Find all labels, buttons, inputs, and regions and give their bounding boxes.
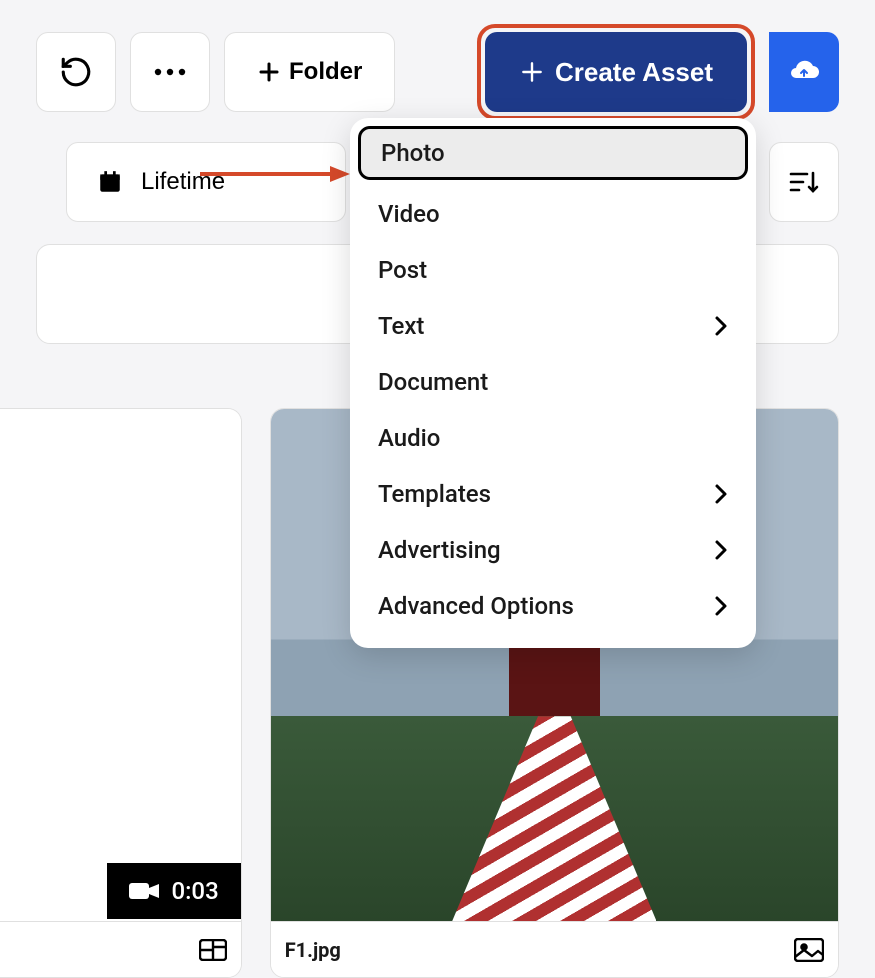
- create-asset-button[interactable]: Create Asset: [485, 32, 747, 112]
- dropdown-item-label: Video: [378, 200, 440, 228]
- refresh-button[interactable]: [36, 32, 116, 112]
- cloud-upload-button[interactable]: [769, 32, 839, 112]
- dropdown-item-label: Post: [378, 256, 427, 284]
- ellipsis-icon: [153, 68, 187, 76]
- create-asset-label: Create Asset: [555, 57, 713, 88]
- video-duration-overlay: 0:03: [107, 863, 240, 919]
- arrow-annotation: [200, 164, 350, 184]
- chevron-right-icon: [714, 315, 728, 337]
- dropdown-item-audio[interactable]: Audio: [350, 410, 756, 466]
- sort-button[interactable]: [769, 142, 839, 222]
- dropdown-item-photo[interactable]: Photo: [358, 126, 748, 180]
- dropdown-item-label: Advanced Options: [378, 592, 574, 620]
- masonry-icon: [199, 939, 227, 961]
- chevron-right-icon: [714, 595, 728, 617]
- toolbar-row1: Folder Create Asset: [0, 0, 875, 120]
- dropdown-item-label: Text: [378, 312, 424, 340]
- video-thumbnail: [0, 409, 241, 921]
- dropdown-item-advanced[interactable]: Advanced Options: [350, 578, 756, 634]
- chevron-right-icon: [714, 539, 728, 561]
- sort-icon: [789, 169, 819, 195]
- refresh-icon: [59, 55, 93, 89]
- asset-card-footer: F1.jpg: [271, 921, 838, 977]
- create-asset-dropdown: Photo Video Post Text Document Audio Tem…: [350, 118, 756, 648]
- image-icon: [794, 938, 824, 962]
- folder-button-label: Folder: [289, 58, 362, 86]
- more-button[interactable]: [130, 32, 210, 112]
- create-asset-highlight: Create Asset: [477, 24, 755, 120]
- dropdown-item-video[interactable]: Video: [350, 186, 756, 242]
- asset-card-footer: [0, 921, 241, 977]
- new-folder-button[interactable]: Folder: [224, 32, 395, 112]
- plus-icon: [257, 60, 281, 84]
- dropdown-item-label: Advertising: [378, 536, 501, 564]
- calendar-icon: [97, 169, 123, 195]
- dropdown-item-document[interactable]: Document: [350, 354, 756, 410]
- asset-card-video[interactable]: 0:03: [0, 408, 242, 978]
- plus-icon: [519, 59, 545, 85]
- dropdown-item-text[interactable]: Text: [350, 298, 756, 354]
- cloud-upload-icon: [788, 60, 820, 84]
- dropdown-item-label: Photo: [381, 139, 445, 167]
- dropdown-item-post[interactable]: Post: [350, 242, 756, 298]
- asset-filename: F1.jpg: [285, 938, 341, 962]
- video-camera-icon: [129, 881, 159, 901]
- dropdown-item-label: Templates: [378, 480, 491, 508]
- chevron-right-icon: [714, 483, 728, 505]
- dropdown-item-label: Document: [378, 368, 488, 396]
- video-duration: 0:03: [171, 877, 218, 905]
- dropdown-item-templates[interactable]: Templates: [350, 466, 756, 522]
- dropdown-item-label: Audio: [378, 424, 440, 452]
- dropdown-item-advertising[interactable]: Advertising: [350, 522, 756, 578]
